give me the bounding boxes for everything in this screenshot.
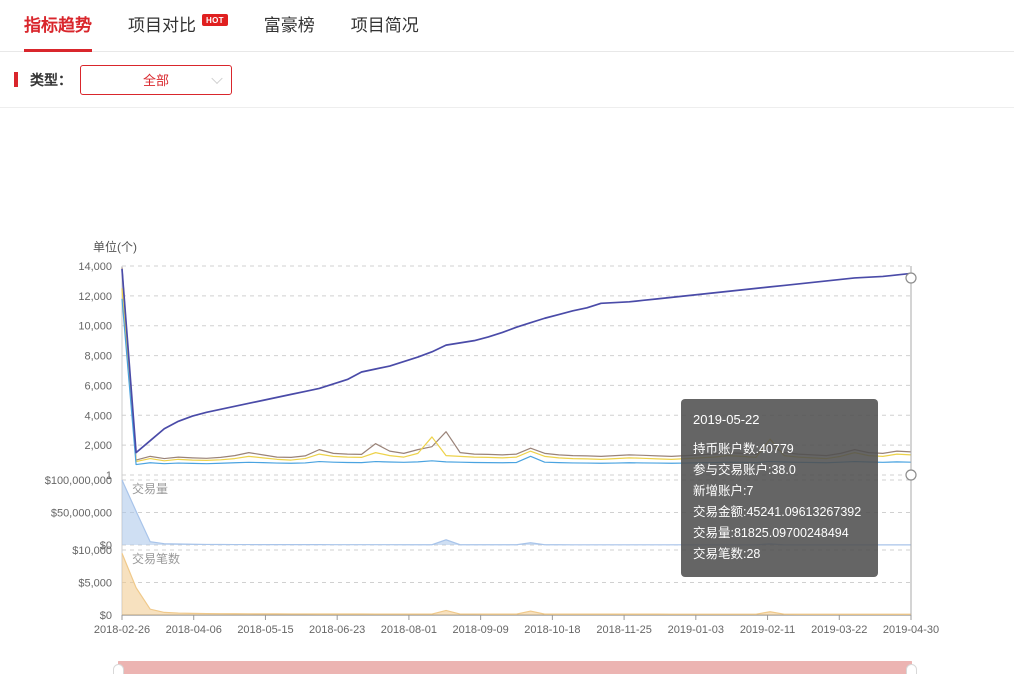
type-filter-label: 类型： — [30, 70, 72, 90]
svg-text:2018-11-25: 2018-11-25 — [596, 624, 651, 636]
tab-indicator-trend[interactable]: 指标趋势 — [24, 0, 92, 52]
svg-text:$10,000: $10,000 — [72, 545, 112, 557]
svg-text:2018-10-18: 2018-10-18 — [524, 624, 580, 636]
svg-text:交易笔数: 交易笔数 — [132, 551, 180, 566]
tooltip-row: 交易量:81825.09700248494 — [693, 523, 866, 544]
svg-text:2,000: 2,000 — [84, 440, 112, 452]
trend-chart[interactable]: 14,00012,00010,0008,0006,0004,0002,0001$… — [0, 108, 1014, 674]
svg-text:交易量: 交易量 — [132, 481, 168, 496]
hot-badge: HOT — [202, 14, 228, 26]
tooltip-date: 2019-05-22 — [693, 409, 866, 430]
svg-text:$0: $0 — [100, 610, 112, 622]
svg-text:2018-05-15: 2018-05-15 — [237, 624, 293, 636]
main-tabbar: 指标趋势 项目对比 HOT 富豪榜 项目简况 — [0, 0, 1014, 52]
chart-container: 单位(个) 14,00012,00010,0008,0006,0004,0002… — [0, 108, 1014, 674]
svg-text:10,000: 10,000 — [78, 321, 112, 333]
data-zoom-handle-left[interactable] — [113, 664, 124, 674]
svg-text:12,000: 12,000 — [78, 291, 112, 303]
accent-bar-icon — [14, 72, 18, 87]
tab-label: 富豪榜 — [264, 0, 315, 52]
svg-text:2018-08-01: 2018-08-01 — [381, 624, 437, 636]
svg-text:4,000: 4,000 — [84, 410, 112, 422]
data-zoom-slider[interactable] — [118, 661, 912, 674]
svg-text:2019-04-30: 2019-04-30 — [883, 624, 939, 636]
svg-text:2018-09-09: 2018-09-09 — [452, 624, 508, 636]
svg-text:6,000: 6,000 — [84, 380, 112, 392]
svg-text:2018-06-23: 2018-06-23 — [309, 624, 365, 636]
svg-text:$100,000,000: $100,000,000 — [45, 475, 112, 487]
type-select-value: 全部 — [143, 70, 169, 89]
svg-text:$50,000,000: $50,000,000 — [51, 508, 112, 520]
chart-tooltip: 2019-05-22 持币账户数:40779 参与交易账户:38.0 新增账户:… — [681, 399, 878, 577]
tooltip-row: 交易笔数:28 — [693, 544, 866, 565]
tooltip-row: 新增账户:7 — [693, 481, 866, 502]
tab-project-compare[interactable]: 项目对比 HOT — [128, 0, 228, 52]
tab-label: 项目简况 — [351, 0, 419, 52]
svg-text:8,000: 8,000 — [84, 351, 112, 363]
svg-text:2019-02-11: 2019-02-11 — [740, 624, 795, 636]
svg-text:14,000: 14,000 — [78, 261, 112, 273]
tab-label: 指标趋势 — [24, 0, 92, 52]
tooltip-row: 交易金额:45241.09613267392 — [693, 502, 866, 523]
tab-rich-list[interactable]: 富豪榜 — [264, 0, 315, 52]
tooltip-row: 参与交易账户:38.0 — [693, 460, 866, 481]
svg-text:2019-03-22: 2019-03-22 — [811, 624, 867, 636]
type-select[interactable]: 全部 — [80, 65, 232, 95]
svg-text:2018-04-06: 2018-04-06 — [166, 624, 222, 636]
data-zoom-fill — [118, 661, 912, 674]
svg-text:2019-01-03: 2019-01-03 — [668, 624, 724, 636]
chevron-down-icon — [211, 72, 222, 83]
filter-bar: 类型： 全部 — [0, 52, 1014, 108]
svg-text:$5,000: $5,000 — [78, 578, 112, 590]
svg-text:2018-02-26: 2018-02-26 — [94, 624, 150, 636]
tab-label: 项目对比 — [128, 0, 196, 52]
data-zoom-handle-right[interactable] — [906, 664, 917, 674]
tooltip-row: 持币账户数:40779 — [693, 439, 866, 460]
tab-project-overview[interactable]: 项目简况 — [351, 0, 419, 52]
